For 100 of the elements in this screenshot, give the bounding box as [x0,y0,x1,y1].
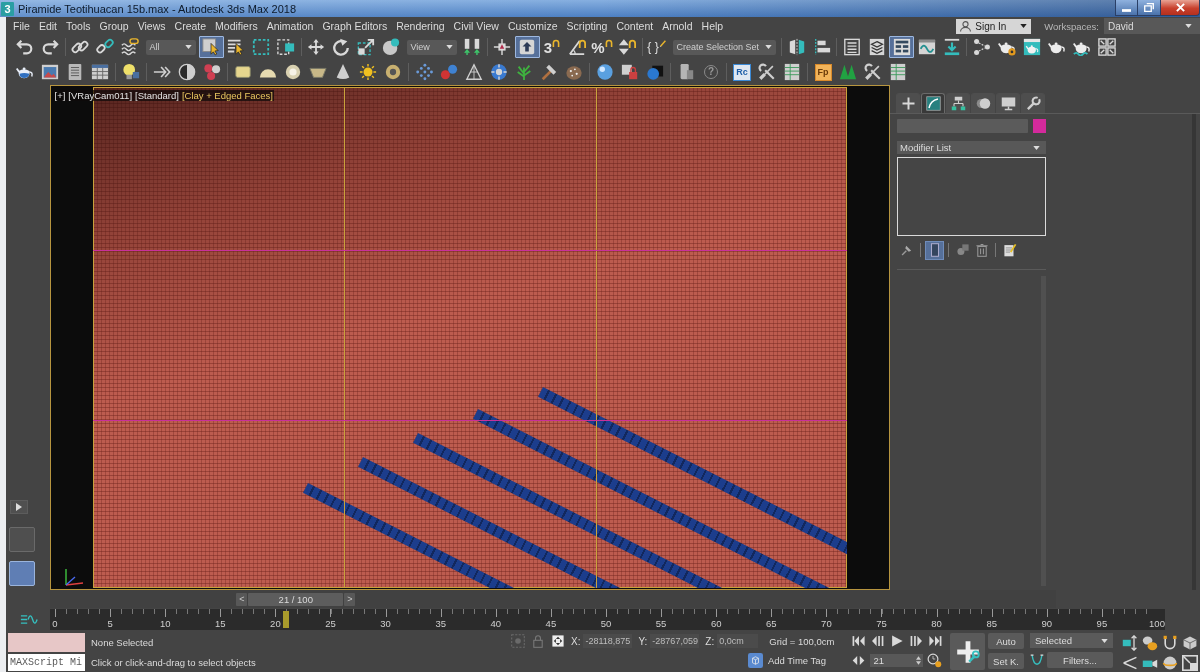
workspace-dropdown[interactable]: David [1104,18,1200,34]
menu-item[interactable]: Animation [262,20,318,32]
menu-item[interactable]: Scripting [562,20,612,32]
viewport-label[interactable]: [Clay + Edged Faces] [180,90,275,101]
frame-number: 5 [107,619,113,629]
track-bar[interactable]: 0 5 10 15 20 25 30 35 40 45 50 55 60 65 70 75 80 85 90 95 100 [50,609,1165,630]
shortcut-override-button[interactable] [514,36,540,58]
menu-item[interactable]: Create [170,20,211,32]
window-crossing-icon [277,38,295,56]
menu-item[interactable]: Help [697,20,728,32]
notepad-pencil-icon [1002,243,1017,257]
set-key-mode-button[interactable]: Set K. [988,653,1024,669]
set-key-button[interactable] [950,633,985,670]
clock-gear-icon[interactable] [927,652,942,668]
triangle-icon [16,503,22,511]
minimize-button[interactable] [1115,0,1138,16]
hierarchy-icon [950,96,966,111]
snap-toggle-button[interactable]: 3 [539,36,565,58]
hammer-icon [540,63,558,81]
viewport[interactable]: [+] [VRayCam011] [Standard] [Clay + Edged Faces] [50,85,890,590]
menu-item[interactable]: Tools [61,20,96,32]
sign-in-dropdown[interactable]: Sign In [956,18,1032,34]
menu-item[interactable]: Content [611,20,658,32]
menu-item[interactable]: Group [95,20,134,32]
help-button[interactable]: ? [698,61,724,83]
mirror-icon [787,38,806,56]
ribbon-toggle-button[interactable] [889,36,915,58]
sphere-ring-icon[interactable] [1162,654,1178,671]
frame-field[interactable]: 21 [869,653,923,667]
gear-ball-icon [490,63,508,81]
curve-lines-icon[interactable] [20,614,38,625]
angle-icon[interactable] [1122,654,1138,671]
listener-output-field[interactable]: MAXScript Mi [8,654,85,671]
toolbar-dropdown[interactable]: View [406,39,457,55]
display-tab[interactable] [996,93,1020,113]
menu-item[interactable]: File [8,20,35,32]
maximize-icon[interactable] [1182,654,1198,671]
next-frame-button[interactable]: > [344,593,356,606]
frame-number: 15 [215,619,226,629]
toolbar-dropdown[interactable]: All [145,39,196,55]
time-slider-thumb[interactable]: 21 / 100 [248,593,344,606]
menu-item[interactable]: Civil View [449,20,504,32]
previous-frame-icon[interactable] [871,634,885,648]
go-to-end-icon[interactable] [928,634,942,648]
modifier-stack-list[interactable] [897,157,1046,236]
coordinate-label: X: [571,635,581,647]
viewport-label[interactable]: [+] [53,90,67,101]
arrows-square-icon[interactable] [551,634,565,648]
create-tab[interactable] [896,93,920,113]
box-arrows-icon[interactable] [1122,634,1138,651]
key-filter-dropdown[interactable]: Selected [1030,633,1113,648]
percent-snap-button[interactable]: % [589,36,615,58]
play-icon[interactable] [890,634,904,648]
motion-tab[interactable] [971,93,995,113]
cube-icon[interactable] [1182,634,1198,651]
close-button[interactable] [1161,0,1200,16]
frame-number: 75 [876,619,887,629]
frame-number: 10 [159,619,171,629]
select-button[interactable] [198,36,224,58]
listener-input-field[interactable] [8,633,85,652]
hierarchy-tab[interactable] [946,93,970,113]
picture-icon [41,63,59,81]
caret-icon [765,45,773,49]
overlapping-ovals-icon[interactable] [1142,634,1158,651]
prompt-text: Click or click-and-drag to select objects [91,656,256,668]
toolbar-dropdown[interactable]: Create Selection Set [672,39,777,55]
axis-tripod-icon [62,568,84,586]
auto-key-button[interactable]: Auto [988,633,1024,649]
viewport-label[interactable]: [VRayCam011] [66,90,134,101]
magnet-icon[interactable] [1162,634,1178,651]
trees-icon [839,63,857,81]
utilities-tab[interactable] [1021,93,1045,113]
modify-tab[interactable] [921,93,945,113]
modifier-list-dropdown[interactable]: Modifier List [897,141,1046,154]
viewport-label[interactable]: [Standard] [133,90,181,101]
expand-button[interactable] [10,500,28,514]
menu-item[interactable]: Modifiers [210,20,263,32]
curve-filter-icon[interactable] [1030,653,1044,667]
previous-frame-button[interactable]: < [236,593,248,606]
wrench-icon [1025,96,1041,111]
menu-item[interactable]: Customize [503,20,563,32]
menu-item[interactable]: Graph Editors [317,20,392,32]
time-tag-button[interactable]: Add Time Tag [748,652,826,668]
list-panel-icon [842,38,861,56]
next-frame-icon[interactable] [909,634,923,648]
go-to-start-icon[interactable] [852,634,866,648]
show-end-result-button[interactable] [925,240,944,260]
plus-key-icon [955,639,980,664]
color-swatch-icon[interactable] [1033,119,1046,133]
current-frame-marker[interactable] [283,611,290,628]
filters-button[interactable]: Filters... [1047,652,1113,668]
frame-number: 95 [1096,619,1108,629]
maximize-button[interactable] [1138,0,1161,16]
menu-item[interactable]: Arnold [657,20,698,32]
menu-item[interactable]: Edit [34,20,62,32]
spinner-arrows-icon[interactable] [915,655,921,665]
menu-item[interactable]: Rendering [391,20,450,32]
named-selection-button[interactable]: { } [644,36,670,58]
window-title: Piramide Teotihuacan 15b.max - Autodesk 3ds Max 2018 [18,2,297,15]
menu-item[interactable]: Views [133,20,171,32]
